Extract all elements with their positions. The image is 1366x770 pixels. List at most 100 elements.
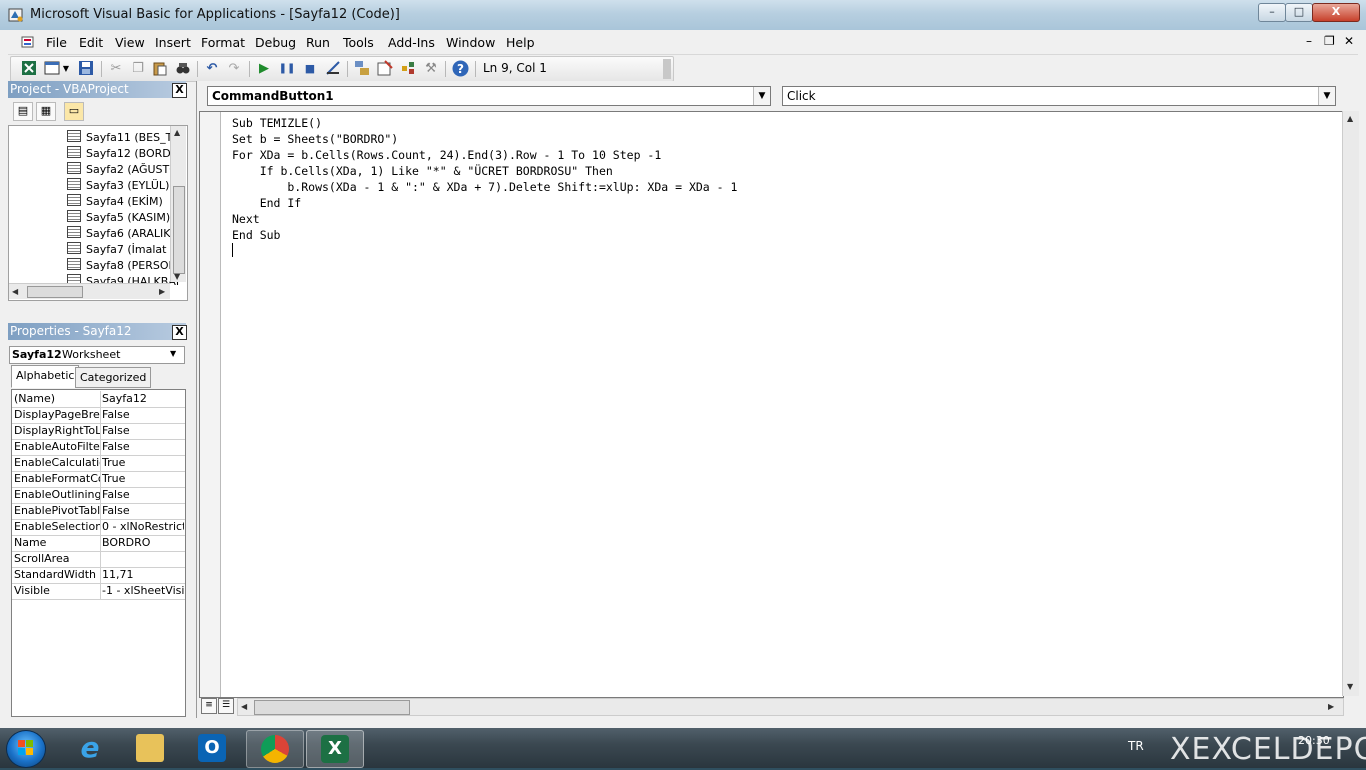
scroll-up-arrow-icon[interactable]: ▲	[1347, 114, 1353, 123]
property-value[interactable]: False	[102, 424, 184, 437]
taskbar-internet-explorer[interactable]: e	[62, 730, 118, 766]
break-icon[interactable]: ❚❚	[278, 60, 296, 78]
code-editor[interactable]: Sub TEMIZLE() Set b = Sheets("BORDRO") For…	[199, 111, 1344, 698]
scroll-down-arrow-icon[interactable]: ▼	[174, 272, 180, 281]
code-line[interactable]: b.Rows(XDa - 1 & ":" & XDa + 7).Delete S…	[232, 179, 737, 195]
property-value[interactable]: -1 - xlSheetVisib	[102, 584, 184, 597]
property-row[interactable]: EnableFormatConTrue	[12, 471, 185, 488]
system-menu-icon[interactable]	[20, 34, 36, 50]
help-icon[interactable]: ?	[451, 60, 469, 78]
code-line[interactable]: End Sub	[232, 227, 737, 243]
project-tree[interactable]: Sayfa11 (BES_TA Sayfa12 (BORDR Sayfa2 (A…	[8, 125, 188, 301]
run-icon[interactable]: ▶	[255, 60, 273, 78]
code-line[interactable]: Sub TEMIZLE()	[232, 115, 737, 131]
procedure-combo[interactable]: Click ▼	[782, 86, 1336, 106]
tree-item[interactable]: Sayfa2 (AĞUSTO	[67, 162, 178, 178]
view-object-icon[interactable]: ▦	[36, 102, 56, 121]
close-button[interactable]: X	[1312, 3, 1360, 22]
menu-format[interactable]: Format	[201, 35, 245, 50]
taskbar-outlook[interactable]: O	[184, 730, 240, 766]
procedure-view-button[interactable]: ≡	[201, 698, 217, 714]
menu-run[interactable]: Run	[306, 35, 330, 50]
property-row[interactable]: EnableSelection0 - xlNoRestrictio	[12, 519, 185, 536]
code-hscroll-thumb[interactable]	[254, 700, 410, 715]
scroll-right-arrow-icon[interactable]: ▶	[159, 287, 165, 296]
code-line[interactable]: If b.Cells(XDa, 1) Like "*" & "ÜCRET BOR…	[232, 163, 737, 179]
tree-item[interactable]: Sayfa7 (İmalat Pl	[67, 242, 180, 258]
tree-item[interactable]: Sayfa4 (EKİM)	[67, 194, 163, 210]
property-row[interactable]: EnableCalculationTrue	[12, 455, 185, 472]
property-value[interactable]: False	[102, 408, 184, 421]
tree-horizontal-scrollbar[interactable]: ◀ ▶	[9, 283, 170, 299]
chevron-down-icon[interactable]: ▼	[1318, 87, 1335, 105]
scroll-left-arrow-icon[interactable]: ◀	[12, 287, 18, 296]
start-button[interactable]	[6, 730, 46, 768]
property-value[interactable]: True	[102, 472, 184, 485]
tree-item[interactable]: Sayfa3 (EYLÜL)	[67, 178, 169, 194]
reset-icon[interactable]: ■	[301, 60, 319, 78]
mdi-minimize-button[interactable]: –	[1306, 34, 1312, 48]
project-explorer-icon[interactable]	[353, 60, 371, 78]
view-code-icon[interactable]: ▤	[13, 102, 33, 121]
tab-alphabetic[interactable]: Alphabetic	[11, 365, 80, 388]
taskbar-excel[interactable]: X	[306, 730, 364, 768]
property-row[interactable]: (Name) Sayfa12	[12, 391, 185, 408]
property-row[interactable]: EnablePivotTable False	[12, 503, 185, 520]
undo-icon[interactable]: ↶	[203, 60, 221, 78]
menu-help[interactable]: Help	[506, 35, 535, 50]
find-icon[interactable]	[174, 60, 192, 78]
menu-edit[interactable]: Edit	[79, 35, 103, 50]
menu-view[interactable]: View	[115, 35, 145, 50]
cut-icon[interactable]: ✂	[107, 60, 125, 78]
property-value[interactable]: False	[102, 488, 184, 501]
properties-close-button[interactable]: X	[172, 325, 187, 340]
code-horizontal-scrollbar[interactable]: ◀ ▶	[237, 698, 1344, 716]
menu-insert[interactable]: Insert	[155, 35, 191, 50]
property-value[interactable]: 11,71	[102, 568, 184, 581]
title-bar[interactable]: Microsoft Visual Basic for Applications …	[0, 0, 1366, 30]
margin-indicator-bar[interactable]	[200, 112, 221, 697]
tree-item[interactable]: Sayfa6 (ARALIK)	[67, 226, 175, 242]
property-row[interactable]: DisplayRightToLefFalse	[12, 423, 185, 440]
tree-hscroll-thumb[interactable]	[27, 286, 83, 298]
code-vertical-scrollbar[interactable]: ▲ ▼	[1342, 111, 1359, 696]
menu-add-ins[interactable]: Add-Ins	[388, 35, 435, 50]
toolbar-options-handle[interactable]	[663, 59, 671, 79]
menu-debug[interactable]: Debug	[255, 35, 296, 50]
scroll-left-arrow-icon[interactable]: ◀	[241, 702, 247, 711]
code-line[interactable]: End If	[232, 195, 737, 211]
menu-file[interactable]: File	[46, 35, 67, 50]
copy-icon[interactable]: ❐	[129, 60, 147, 78]
mdi-close-button[interactable]: ✕	[1344, 34, 1354, 48]
property-row[interactable]: DisplayPageBreakFalse	[12, 407, 185, 424]
property-value[interactable]: True	[102, 456, 184, 469]
property-value[interactable]: False	[102, 440, 184, 453]
property-row[interactable]: EnableAutoFilter False	[12, 439, 185, 456]
object-combo[interactable]: CommandButton1 ▼	[207, 86, 771, 106]
tree-scroll-thumb[interactable]	[173, 186, 185, 274]
paste-icon[interactable]	[151, 60, 169, 78]
object-select[interactable]: Sayfa12 Worksheet ▼	[9, 346, 185, 364]
scroll-right-arrow-icon[interactable]: ▶	[1328, 702, 1334, 711]
minimize-button[interactable]: –	[1258, 3, 1286, 22]
save-icon[interactable]	[77, 60, 95, 78]
property-row[interactable]: StandardWidth 11,71	[12, 567, 185, 584]
chevron-down-icon[interactable]: ▼	[753, 87, 770, 105]
taskbar-file-explorer[interactable]	[122, 730, 178, 766]
project-close-button[interactable]: X	[172, 83, 187, 98]
mdi-restore-button[interactable]: ❐	[1324, 34, 1335, 48]
redo-icon[interactable]: ↷	[225, 60, 243, 78]
toggle-folders-icon[interactable]: ▭	[64, 102, 84, 121]
toolbox-icon[interactable]: ⚒	[422, 60, 440, 78]
chevron-down-icon[interactable]: ▼	[61, 60, 71, 78]
full-module-view-button[interactable]: ☰	[218, 698, 234, 714]
property-row[interactable]: Visible -1 - xlSheetVisib	[12, 583, 185, 600]
property-value[interactable]: BORDRO	[102, 536, 184, 549]
property-row[interactable]: ScrollArea	[12, 551, 185, 568]
language-indicator[interactable]: TR	[1128, 739, 1144, 753]
tree-item[interactable]: Sayfa8 (PERSON	[67, 258, 177, 274]
menu-window[interactable]: Window	[446, 35, 495, 50]
view-excel-icon[interactable]	[20, 60, 38, 78]
menu-tools[interactable]: Tools	[343, 35, 374, 50]
insert-userform-icon[interactable]	[43, 60, 61, 78]
